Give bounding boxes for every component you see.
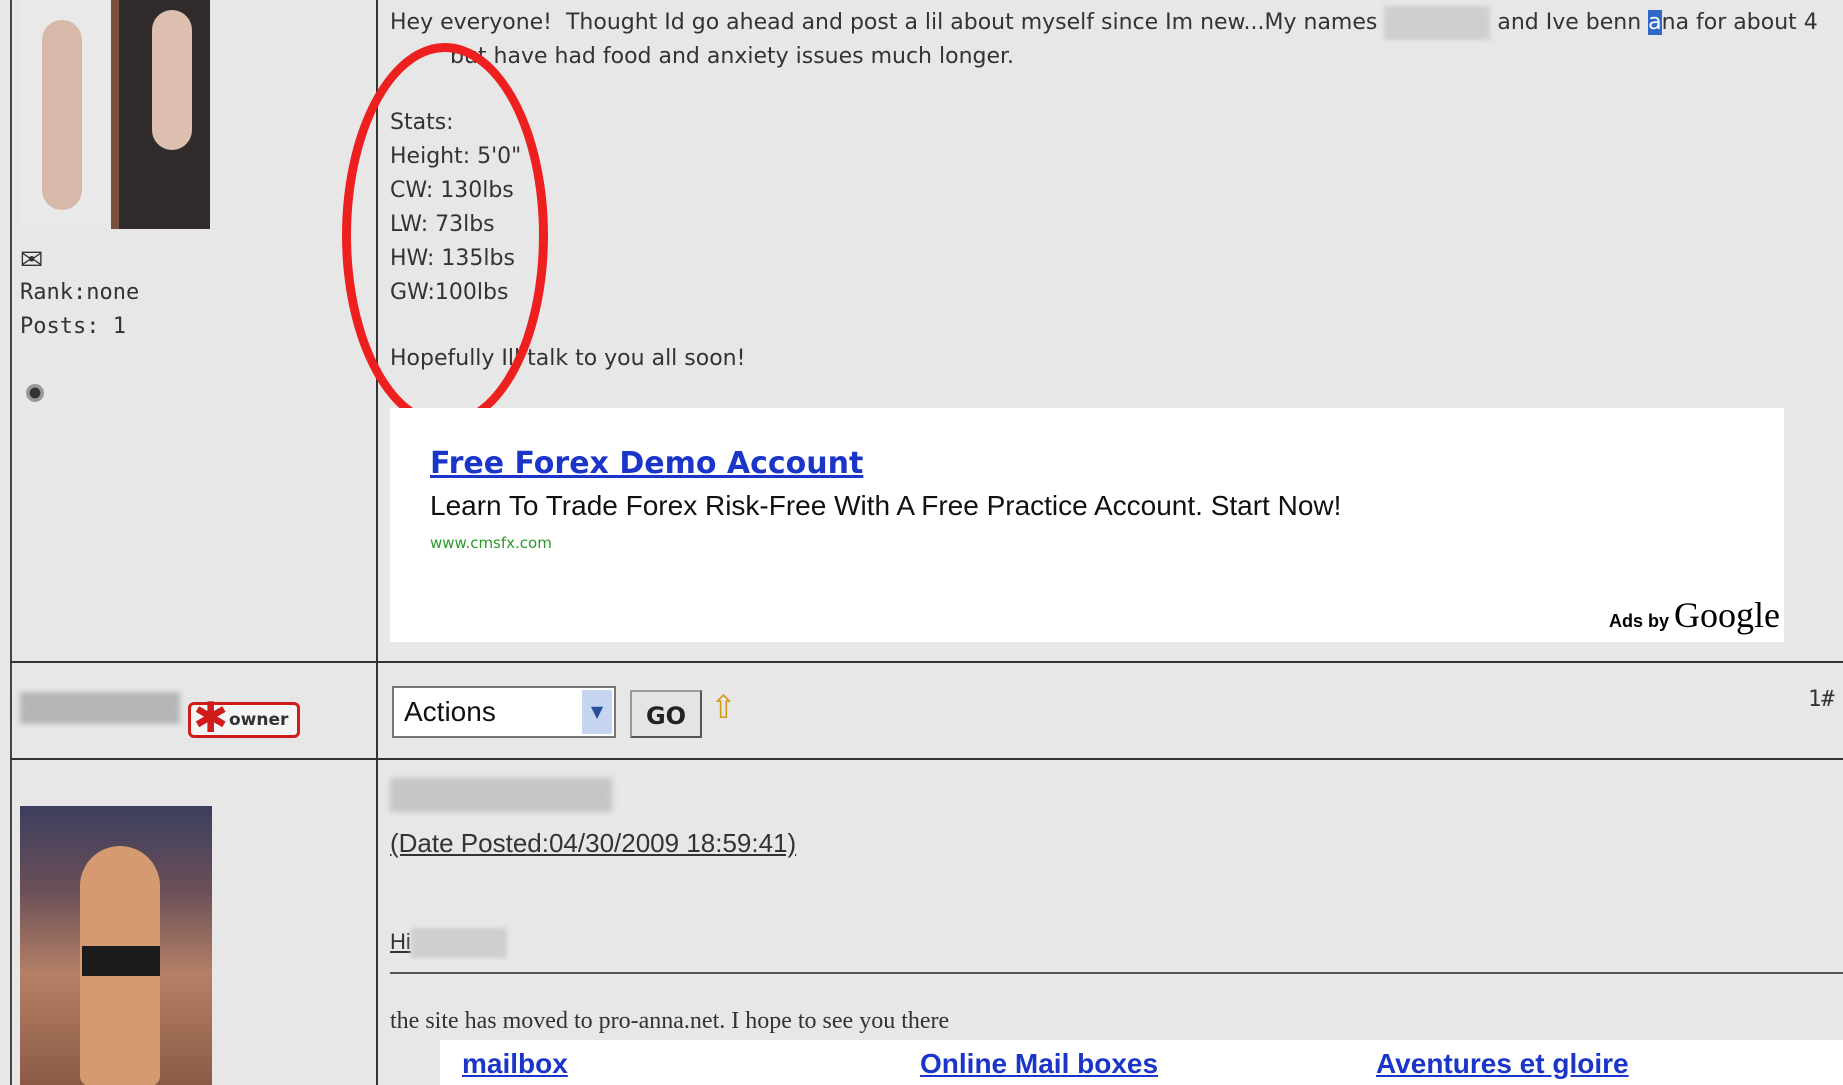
forum-thread: ✉ Rank:none Posts: 1 Hey everyone! Thoug… <box>0 0 1843 1085</box>
post-greeting: Hixx <box>390 928 507 958</box>
left-border <box>10 0 12 1085</box>
avatar-figure <box>42 20 82 210</box>
avatar-figure <box>82 946 160 976</box>
ad-link-mailbox[interactable]: mailbox <box>462 1048 568 1080</box>
user-rank: Rank:none <box>20 280 140 305</box>
owner-badge-label: owner <box>229 710 289 730</box>
arrow-up-icon[interactable]: ⇧ <box>710 688 737 726</box>
date-posted[interactable]: (Date Posted:04/30/2009 18:59:41) <box>390 828 796 859</box>
user-avatar[interactable] <box>20 806 212 1085</box>
google-logo: Google <box>1674 595 1780 635</box>
ad-link-online-mail-boxes[interactable]: Online Mail boxes <box>920 1048 1158 1080</box>
owner-badge: ✱ owner <box>188 697 300 739</box>
post-body: the site has moved to pro-anna.net. I ho… <box>390 1008 950 1034</box>
actions-dropdown[interactable]: Actions ▼ <box>392 686 616 738</box>
ad-box: Free Forex Demo Account Learn To Trade F… <box>390 408 1784 642</box>
redacted-name: xx <box>1384 6 1491 40</box>
ad-description: Learn To Trade Forex Risk-Free With A Fr… <box>430 490 1342 521</box>
greeting-text: Hi <box>390 928 411 954</box>
quote-divider <box>390 972 1843 974</box>
ad-link-aventures[interactable]: Aventures et gloire <box>1376 1048 1629 1080</box>
row-divider-top <box>10 661 1843 663</box>
ad-links-row: mailbox Online Mail boxes Aventures et g… <box>440 1040 1843 1085</box>
user-avatar[interactable] <box>20 0 210 229</box>
post-body-line: Hey everyone! Thought Id go ahead and po… <box>390 6 1818 40</box>
avatar-figure <box>152 10 192 150</box>
ad-url[interactable]: www.cmsfx.com <box>430 534 552 552</box>
ads-by-google[interactable]: Ads by Google <box>1609 594 1780 636</box>
asterisk-icon: ✱ <box>193 693 229 742</box>
post-text: and Ive benn <box>1490 10 1649 35</box>
user-post-count: Posts: 1 <box>20 314 126 339</box>
ads-by-label: Ads by <box>1609 611 1675 631</box>
selected-text: a <box>1648 10 1662 35</box>
redacted-username[interactable] <box>20 692 180 724</box>
post-text: Hey everyone! Thought Id go ahead and po… <box>390 10 1385 35</box>
message-envelope-icon[interactable]: ✉ <box>20 246 43 274</box>
go-button[interactable]: GO <box>630 690 702 738</box>
post-text: na for about 4 <box>1661 10 1818 35</box>
redacted-name: xx <box>410 928 507 958</box>
online-status-icon <box>26 384 44 402</box>
chevron-down-icon[interactable]: ▼ <box>582 690 612 734</box>
ad-link[interactable]: Free Forex Demo Account <box>430 446 863 481</box>
row-divider-bottom <box>10 758 1843 760</box>
actions-dropdown-value: Actions <box>404 696 496 727</box>
redacted-post-title <box>390 778 612 812</box>
post-number[interactable]: 1# <box>1808 687 1835 712</box>
annotation-circle <box>342 43 548 428</box>
post-body-line: but have had food and anxiety issues muc… <box>450 44 1015 69</box>
